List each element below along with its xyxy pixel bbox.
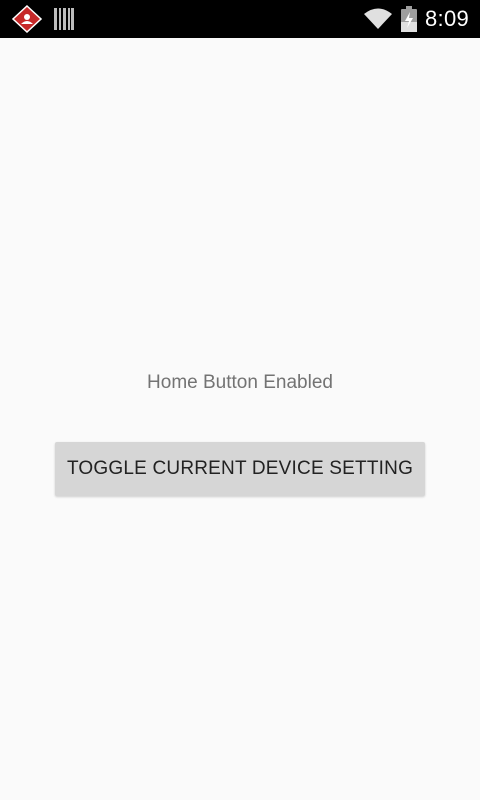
home-button-status-text: Home Button Enabled [147, 372, 333, 393]
main-content: Home Button Enabled TOGGLE CURRENT DEVIC… [0, 38, 480, 800]
clock: 8:09 [425, 6, 470, 31]
battery-charging-icon [401, 6, 417, 32]
wifi-icon [364, 8, 392, 29]
barcode-icon [54, 8, 74, 30]
status-bar: 8:09 [0, 0, 480, 38]
toggle-device-setting-button[interactable]: TOGGLE CURRENT DEVICE SETTING [55, 442, 425, 496]
app-alert-icon [12, 5, 42, 33]
